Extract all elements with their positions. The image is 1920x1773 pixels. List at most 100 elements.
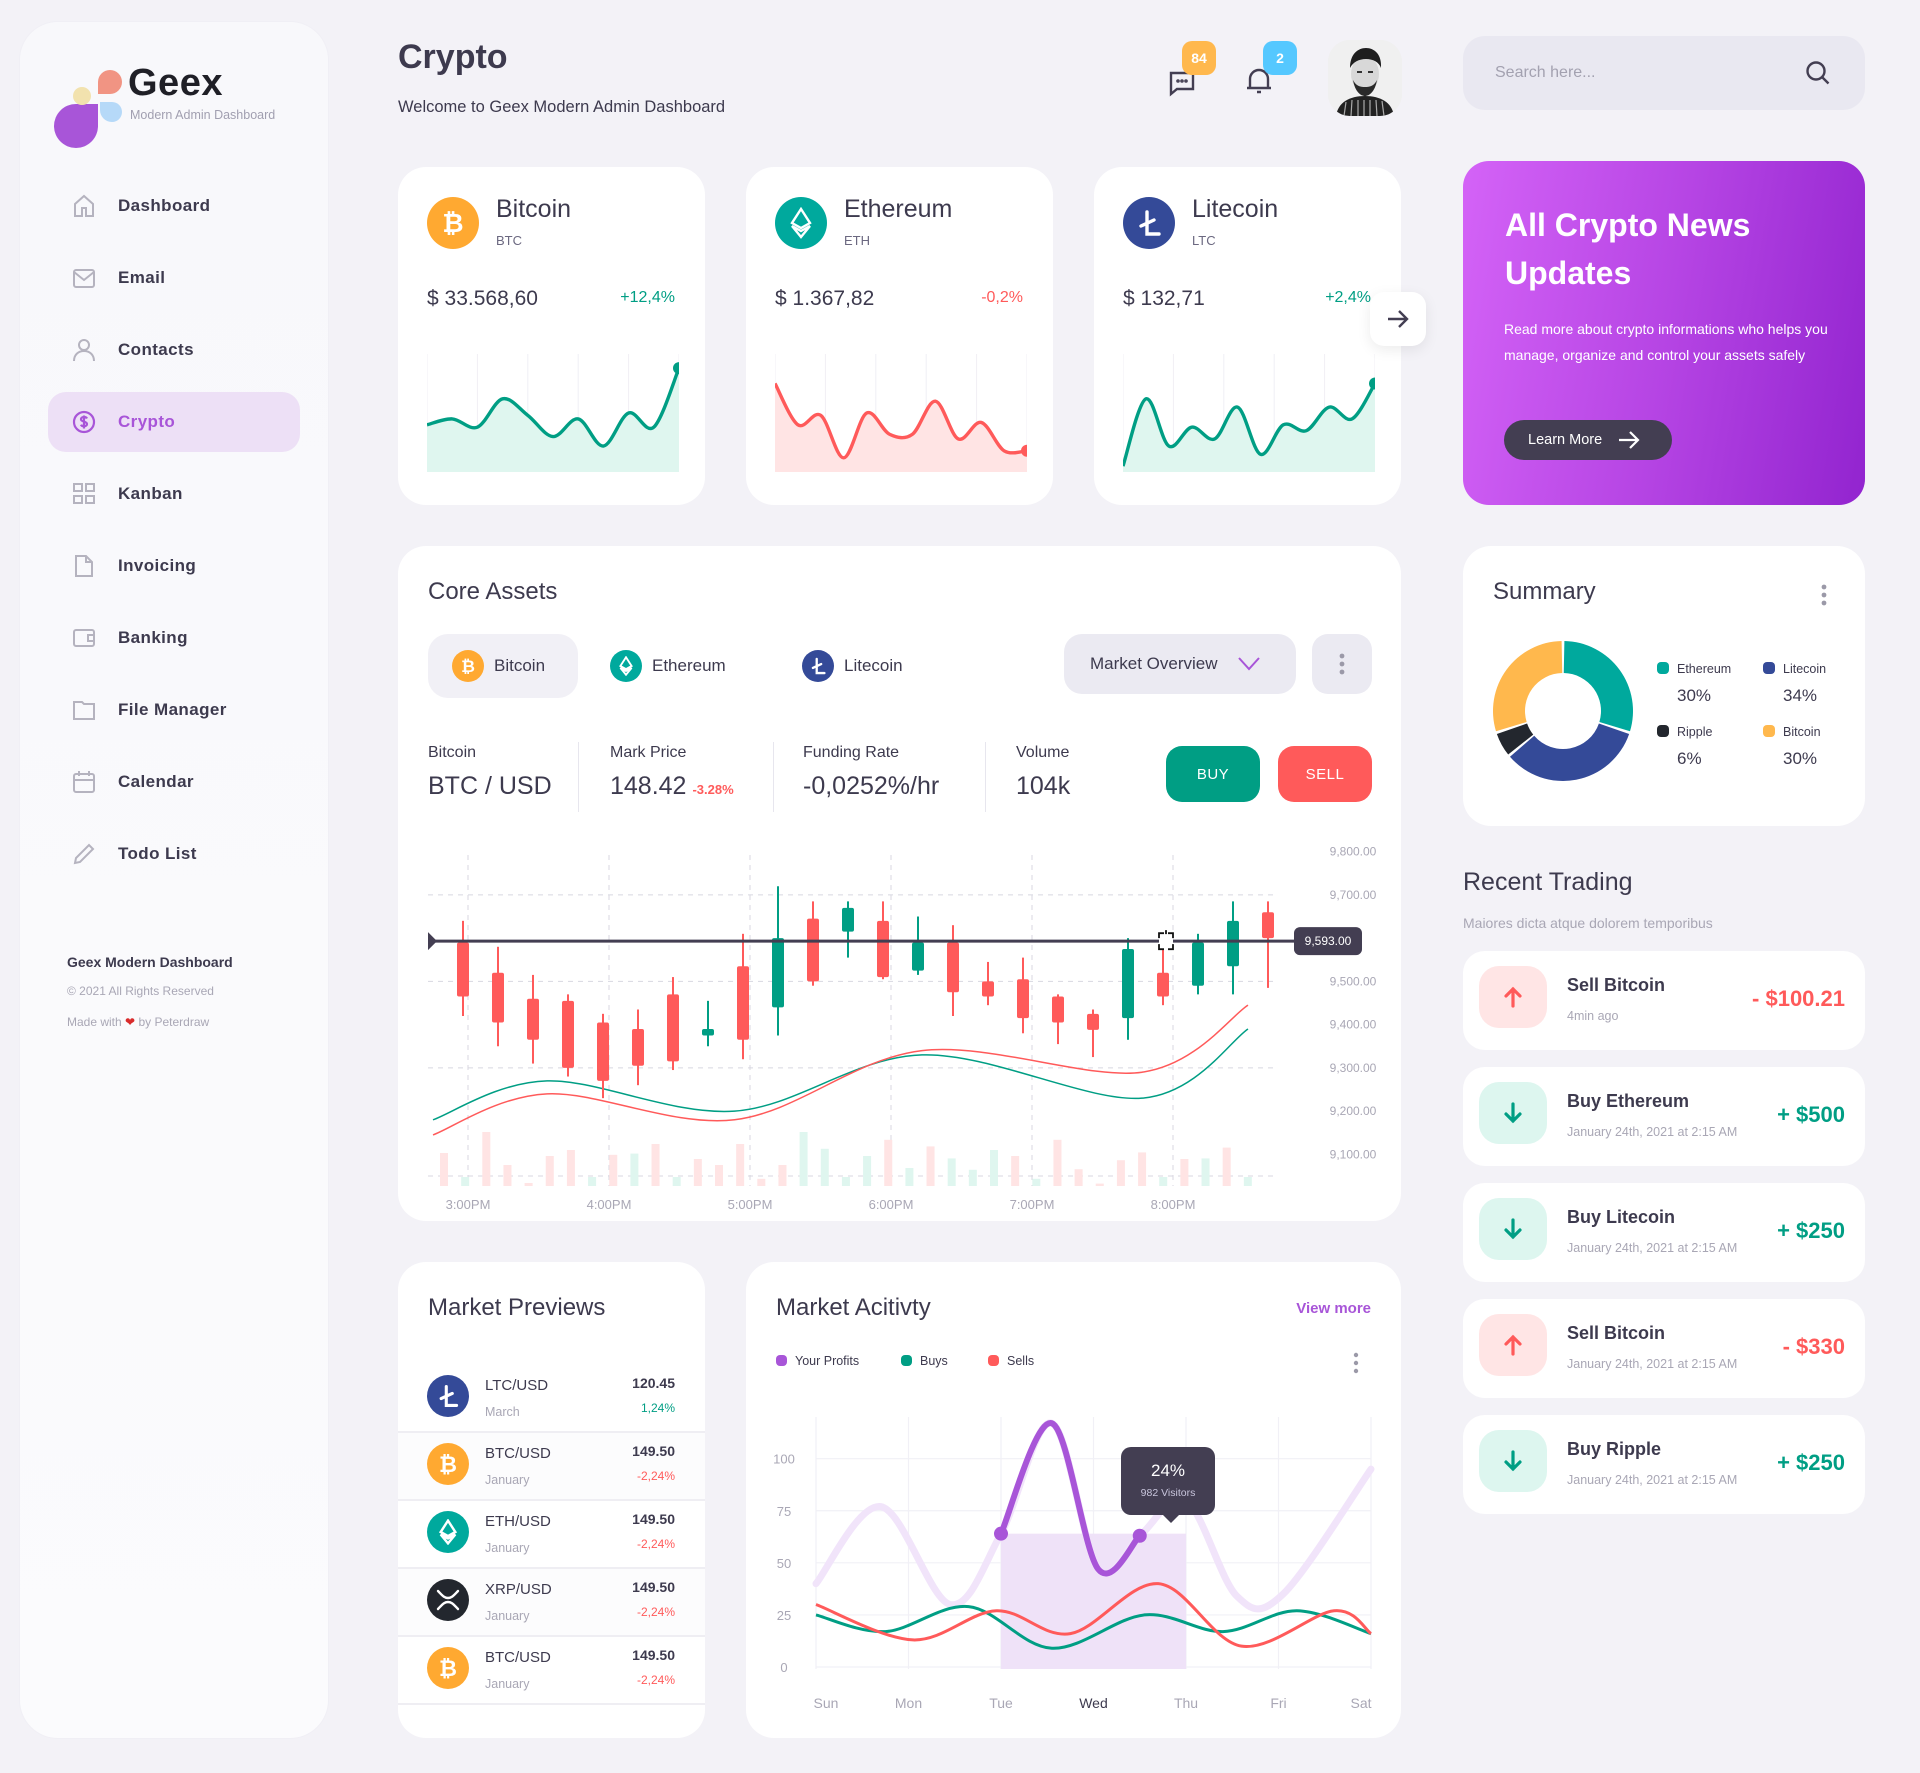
legend-label: Litecoin: [1783, 662, 1827, 676]
current-price-label: 9,593.00: [1305, 934, 1352, 948]
market-preview-row[interactable]: ₿ BTC/USD January 149.50 -2,24%: [398, 1637, 705, 1705]
user-avatar[interactable]: [1328, 40, 1402, 116]
notifications-button[interactable]: 2: [1244, 41, 1297, 108]
coin-card-ethereum[interactable]: Ethereum ETH $ 1.367,82 -0,2%: [746, 167, 1053, 505]
x-tick-label: Mon: [895, 1695, 922, 1711]
coin-symbol: BTC: [496, 233, 522, 248]
divider: [773, 742, 774, 812]
stat-value-wrap: 148.42 -3.28%: [610, 772, 734, 801]
volume-bar: [1138, 1152, 1147, 1186]
footer-copyright: © 2021 All Rights Reserved: [67, 984, 214, 998]
asset-tab-ethereum[interactable]: Ethereum: [586, 634, 756, 698]
summary-title: Summary: [1493, 578, 1596, 605]
sidebar-item-label: Crypto: [118, 412, 176, 431]
more-vertical-icon[interactable]: [1353, 1352, 1359, 1374]
coin-card-bitcoin[interactable]: ₿ Bitcoin BTC $ 33.568,60 +12,4%: [398, 167, 705, 505]
candle-body: [807, 918, 819, 982]
market-pair: BTC/USD: [485, 1649, 551, 1666]
market-preview-row[interactable]: LTC/USD March 120.45 1,24%: [398, 1365, 705, 1433]
tooltip-sub: 982 Visitors: [1140, 1487, 1196, 1499]
legend-your-profits[interactable]: Your Profits: [776, 1354, 859, 1368]
messages-button[interactable]: 84: [1163, 41, 1216, 108]
pencil-icon: [72, 842, 96, 866]
tooltip-value: 24%: [1150, 1461, 1186, 1480]
legend-sells[interactable]: Sells: [988, 1354, 1034, 1368]
market-select-value: Market Overview: [1090, 654, 1218, 673]
sidebar-item-calendar[interactable]: Calendar: [48, 752, 300, 812]
trade-amount: - $330: [1782, 1334, 1845, 1359]
market-value: 149.50: [632, 1443, 675, 1459]
y-tick-label: 25: [777, 1608, 791, 1623]
core-assets-menu-button[interactable]: [1312, 634, 1372, 694]
stat-change: -3.28%: [692, 782, 734, 797]
asset-tab-litecoin[interactable]: Litecoin: [778, 634, 938, 698]
sidebar-item-todo-list[interactable]: Todo List: [48, 824, 300, 884]
x-tick-label: 3:00PM: [446, 1197, 491, 1212]
sidebar-item-kanban[interactable]: Kanban: [48, 464, 300, 524]
candle-body: [702, 1028, 714, 1036]
market-activity-chart[interactable]: 0 25 50 75 100 Sun Mon Tue Wed Thu Fri Sat: [746, 1382, 1401, 1722]
volume-bar: [863, 1156, 872, 1186]
volume-bar: [884, 1139, 893, 1186]
volume-bar: [799, 1132, 808, 1186]
trade-amount: + $250: [1777, 1450, 1845, 1475]
market-preview-row[interactable]: ETH/USD January 149.50 -2,24%: [398, 1501, 705, 1569]
candlestick-chart[interactable]: 3:00PM 4:00PM 5:00PM 6:00PM 7:00PM 8:00PM 9,80…: [398, 806, 1401, 1221]
candle-body: [982, 981, 994, 997]
candle-body: [947, 942, 959, 993]
market-value: 149.50: [632, 1647, 675, 1663]
sparkline-chart: [1123, 354, 1375, 472]
legend-dot: [1657, 662, 1669, 674]
notifications-badge: 2: [1263, 41, 1297, 75]
view-more-link[interactable]: View more: [1296, 1300, 1371, 1317]
more-vertical-icon[interactable]: [1821, 584, 1827, 606]
sparkline-chart: [775, 354, 1027, 472]
market-preview-row[interactable]: ₿ BTC/USD January 149.50 -2,24%: [398, 1433, 705, 1501]
trade-time: January 24th, 2021 at 2:15 AM: [1567, 1473, 1738, 1487]
coin-change: +2,4%: [1325, 289, 1371, 306]
asset-tab-bitcoin[interactable]: ₿ Bitcoin: [428, 634, 578, 698]
sidebar-item-invoicing[interactable]: Invoicing: [48, 536, 300, 596]
trade-item[interactable]: Sell Bitcoin January 24th, 2021 at 2:15 …: [1463, 1299, 1865, 1398]
sidebar-item-file-manager[interactable]: File Manager: [48, 680, 300, 740]
search-box: [1463, 36, 1865, 110]
trade-item[interactable]: Buy Litecoin January 24th, 2021 at 2:15 …: [1463, 1183, 1865, 1282]
coin-card-litecoin[interactable]: Litecoin LTC $ 132,71 +2,4%: [1094, 167, 1401, 505]
legend-buys[interactable]: Buys: [901, 1354, 948, 1368]
trade-item[interactable]: Buy Ripple January 24th, 2021 at 2:15 AM…: [1463, 1415, 1865, 1514]
legend-label: Sells: [1007, 1354, 1035, 1368]
svg-text:₿: ₿: [442, 209, 463, 238]
geex-logo-icon: [54, 70, 122, 148]
learn-more-button[interactable]: Learn More: [1504, 420, 1672, 460]
cursor-bg: [1159, 933, 1173, 950]
buy-button[interactable]: BUY: [1166, 746, 1260, 802]
next-coin-button[interactable]: [1370, 292, 1426, 346]
market-preview-row[interactable]: XRP/USD January 149.50 -2,24%: [398, 1569, 705, 1637]
trade-item[interactable]: Buy Ethereum January 24th, 2021 at 2:15 …: [1463, 1067, 1865, 1166]
search-input[interactable]: [1495, 36, 1795, 110]
legend-dot: [988, 1355, 999, 1366]
stat-value: BTC / USD: [428, 772, 552, 800]
volume-bar: [693, 1159, 702, 1186]
mail-icon: [72, 266, 96, 290]
page-subtitle: Welcome to Geex Modern Admin Dashboard: [398, 98, 726, 116]
legend-bitcoin: Bitcoin 30%: [1763, 725, 1821, 769]
sidebar-item-dashboard[interactable]: Dashboard: [48, 176, 300, 236]
stat-value: -0,0252%/hr: [803, 772, 940, 800]
sidebar-item-banking[interactable]: Banking: [48, 608, 300, 668]
volume-bar: [588, 1177, 597, 1186]
sidebar-item-email[interactable]: Email: [48, 248, 300, 308]
search-icon[interactable]: [1805, 60, 1831, 86]
sell-button[interactable]: SELL: [1278, 746, 1372, 802]
trade-item[interactable]: Sell Bitcoin 4min ago - $100.21: [1463, 951, 1865, 1050]
sidebar-item-label: Banking: [118, 628, 188, 647]
coin-change: +12,4%: [620, 289, 675, 306]
svg-text:₿: ₿: [439, 1657, 457, 1681]
y-tick-label: 75: [777, 1504, 791, 1519]
candle-body: [457, 942, 469, 997]
home-icon: [72, 194, 96, 218]
sidebar-item-crypto[interactable]: Crypto: [48, 392, 300, 452]
y-tick-label: 9,400.00: [1330, 1018, 1377, 1032]
market-overview-select[interactable]: Market Overview: [1064, 634, 1296, 694]
sidebar-item-contacts[interactable]: Contacts: [48, 320, 300, 380]
